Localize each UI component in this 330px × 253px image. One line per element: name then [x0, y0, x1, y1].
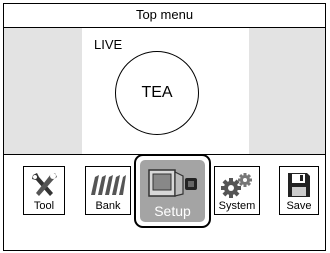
setup-label: Setup [154, 203, 191, 219]
setup-selected-highlight: Setup [140, 160, 205, 222]
setup-icon [147, 169, 197, 197]
save-icon [288, 173, 310, 197]
tool-icon [32, 173, 57, 196]
save-button[interactable]: Save [279, 166, 319, 215]
live-label: LIVE [94, 37, 123, 52]
bank-button[interactable]: Bank [85, 166, 131, 215]
tool-label: Tool [33, 200, 55, 212]
right-side-panel [249, 28, 325, 154]
live-view-area: LIVE TEA [4, 28, 325, 154]
title-bar: Top menu [4, 4, 325, 28]
setup-button[interactable]: Setup [134, 154, 211, 228]
tea-display-circle: TEA [115, 51, 199, 135]
device-screen-frame: Top menu LIVE TEA Tool Bank Setup System… [3, 3, 326, 251]
tool-button[interactable]: Tool [23, 166, 65, 215]
system-icon [221, 173, 252, 198]
system-button[interactable]: System [214, 166, 260, 215]
tea-text: TEA [141, 84, 173, 101]
save-label: Save [286, 200, 312, 212]
bank-label: Bank [95, 200, 121, 212]
system-label: System [218, 200, 256, 212]
bank-icon [91, 175, 126, 195]
menu-title: Top menu [135, 7, 194, 22]
left-side-panel [4, 28, 82, 154]
